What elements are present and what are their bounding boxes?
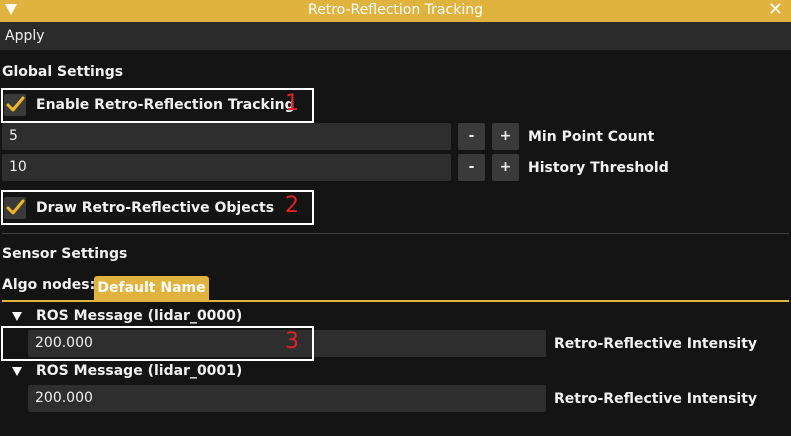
intensity-input-lidar-0001[interactable]: 200.000 — [28, 385, 546, 412]
history-threshold-input[interactable]: 10 — [2, 154, 451, 181]
tree-node-label: ROS Message (lidar_0001) — [36, 363, 243, 379]
expand-arrow-icon[interactable] — [12, 366, 22, 376]
history-threshold-label: History Threshold — [528, 160, 669, 176]
annotation-number-1: 1 — [285, 91, 299, 116]
history-threshold-decrement-button[interactable]: - — [458, 154, 485, 181]
tree-node-lidar-0001[interactable]: ROS Message (lidar_0001) — [12, 361, 242, 381]
window-title: Retro-Reflection Tracking — [308, 2, 483, 18]
min-point-count-decrement-button[interactable]: - — [458, 123, 485, 150]
annotation-number-2: 2 — [285, 193, 299, 218]
algo-nodes-label: Algo nodes: — [2, 277, 96, 293]
history-threshold-increment-button[interactable]: + — [492, 154, 519, 181]
tree-node-label: ROS Message (lidar_0000) — [36, 308, 243, 324]
min-point-count-increment-button[interactable]: + — [492, 123, 519, 150]
expand-arrow-icon[interactable] — [12, 311, 22, 321]
apply-menu-item[interactable]: Apply — [5, 28, 45, 44]
section-divider — [2, 233, 789, 234]
annotation-box-3 — [1, 326, 314, 361]
close-icon[interactable]: ✕ — [768, 0, 783, 20]
annotation-box-1 — [1, 88, 314, 123]
min-point-count-input[interactable]: 5 — [2, 123, 451, 150]
tree-node-lidar-0000[interactable]: ROS Message (lidar_0000) — [12, 306, 242, 326]
sensor-settings-header: Sensor Settings — [2, 246, 128, 262]
min-point-count-label: Min Point Count — [528, 129, 655, 145]
intensity-label-lidar-0000: Retro-Reflective Intensity — [554, 336, 758, 352]
tab-default-name[interactable]: Default Name — [94, 276, 209, 300]
intensity-label-lidar-0001: Retro-Reflective Intensity — [554, 391, 758, 407]
tab-bar-underline — [2, 300, 789, 302]
annotation-number-3: 3 — [285, 329, 299, 354]
annotation-box-2 — [1, 190, 314, 225]
global-settings-header: Global Settings — [2, 64, 124, 80]
menu-bar: Apply — [0, 22, 791, 50]
title-bar: Retro-Reflection Tracking ✕ — [0, 0, 791, 22]
